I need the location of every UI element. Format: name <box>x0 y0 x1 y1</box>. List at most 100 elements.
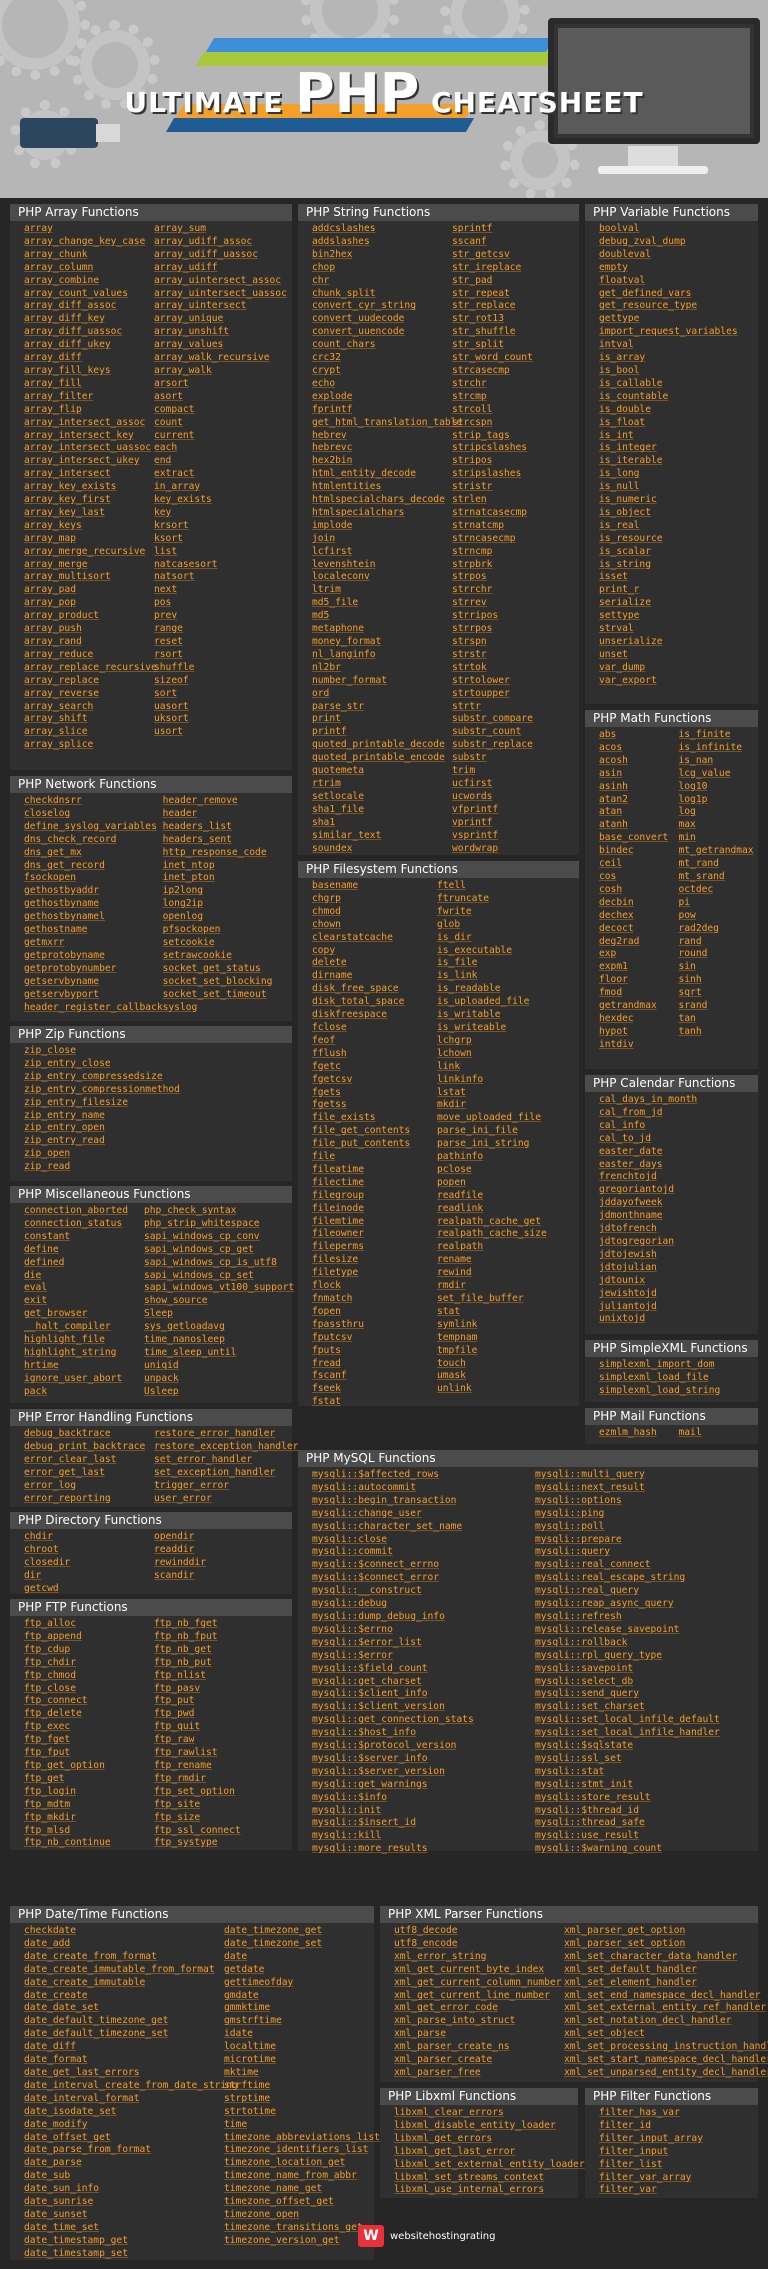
function-link[interactable]: ftp_get_option <box>24 1760 154 1773</box>
function-link[interactable]: closedir <box>24 1557 154 1570</box>
function-link[interactable]: mysqli::$error <box>312 1650 535 1663</box>
function-link[interactable]: printf <box>312 726 452 739</box>
function-link[interactable]: date_isodate_set <box>24 2106 224 2119</box>
function-link[interactable]: filter_list <box>599 2159 749 2172</box>
function-link[interactable]: sin <box>679 961 759 974</box>
function-link[interactable]: filter_input_array <box>599 2133 749 2146</box>
function-link[interactable]: time_nanosleep <box>144 1334 264 1347</box>
function-link[interactable]: mysqli::use_result <box>535 1830 758 1843</box>
function-link[interactable]: is_iterable <box>599 455 749 468</box>
function-link[interactable]: chunk_split <box>312 288 452 301</box>
function-link[interactable]: sapi_windows_vt100_support <box>144 1282 294 1295</box>
function-link[interactable]: strrpos <box>452 623 579 636</box>
function-link[interactable]: substr_compare <box>452 713 579 726</box>
function-link[interactable]: boolval <box>599 223 749 236</box>
function-link[interactable]: setlocale <box>312 791 452 804</box>
function-link[interactable]: ftp_connect <box>24 1695 154 1708</box>
function-link[interactable]: count_chars <box>312 339 452 352</box>
function-link[interactable]: pclose <box>437 1164 562 1177</box>
function-link[interactable]: usort <box>154 726 284 739</box>
function-link[interactable]: fileatime <box>312 1164 437 1177</box>
function-link[interactable]: fopen <box>312 1306 437 1319</box>
function-link[interactable]: dir <box>24 1570 154 1583</box>
function-link[interactable]: array_udiff_uassoc <box>154 249 284 262</box>
function-link[interactable]: array_rand <box>24 636 154 649</box>
function-link[interactable]: date_add <box>24 1938 224 1951</box>
function-link[interactable]: is_null <box>599 481 749 494</box>
function-link[interactable]: debug_backtrace <box>24 1428 154 1441</box>
function-link[interactable]: utf8_encode <box>394 1938 564 1951</box>
function-link[interactable]: is_uploaded_file <box>437 996 562 1009</box>
function-link[interactable]: is_nan <box>679 755 759 768</box>
function-link[interactable]: xml_get_current_byte_index <box>394 1964 564 1977</box>
function-link[interactable]: mysqli::stat <box>535 1766 758 1779</box>
function-link[interactable]: mysqli::real_connect <box>535 1559 758 1572</box>
function-link[interactable]: ksort <box>154 533 284 546</box>
function-link[interactable]: tempnam <box>437 1332 562 1345</box>
function-link[interactable]: date_timezone_get <box>224 1925 380 1938</box>
function-link[interactable]: gregoriantojd <box>599 1184 749 1197</box>
function-link[interactable]: show_source <box>144 1295 264 1308</box>
function-link[interactable]: mysqli::stmt_init <box>535 1779 758 1792</box>
function-link[interactable]: set_exception_handler <box>154 1467 284 1480</box>
function-link[interactable]: ftp_alloc <box>24 1618 154 1631</box>
function-link[interactable]: in_array <box>154 481 284 494</box>
function-link[interactable]: str_rot13 <box>452 313 579 326</box>
function-link[interactable]: substr_count <box>452 726 579 739</box>
function-link[interactable]: array_multisort <box>24 571 154 584</box>
function-link[interactable]: extract <box>154 468 284 481</box>
function-link[interactable]: fread <box>312 1358 437 1371</box>
function-link[interactable]: acos <box>599 742 679 755</box>
function-link[interactable]: sha1 <box>312 817 452 830</box>
function-link[interactable]: ltrim <box>312 584 452 597</box>
function-link[interactable]: prev <box>154 610 284 623</box>
function-link[interactable]: strval <box>599 623 749 636</box>
function-link[interactable]: quoted_printable_decode <box>312 739 452 752</box>
function-link[interactable]: crypt <box>312 365 452 378</box>
function-link[interactable]: strncasecmp <box>452 533 579 546</box>
function-link[interactable]: strcspn <box>452 417 579 430</box>
function-link[interactable]: count <box>154 417 284 430</box>
function-link[interactable]: checkdate <box>24 1925 224 1938</box>
function-link[interactable]: ip2long <box>163 885 292 898</box>
function-link[interactable]: array_flip <box>24 404 154 417</box>
function-link[interactable]: nl2br <box>312 662 452 675</box>
function-link[interactable]: ucfirst <box>452 778 579 791</box>
function-link[interactable]: date_timestamp_set <box>24 2248 224 2261</box>
function-link[interactable]: mysqli::begin_transaction <box>312 1495 535 1508</box>
function-link[interactable]: is_float <box>599 417 749 430</box>
function-link[interactable]: strtolower <box>452 675 579 688</box>
function-link[interactable]: pathinfo <box>437 1151 562 1164</box>
function-link[interactable]: mysqli::get_warnings <box>312 1779 535 1792</box>
function-link[interactable]: die <box>24 1270 144 1283</box>
function-link[interactable]: str_split <box>452 339 579 352</box>
function-link[interactable]: ftp_exec <box>24 1721 154 1734</box>
function-link[interactable]: fgetss <box>312 1099 437 1112</box>
function-link[interactable]: base_convert <box>599 832 679 845</box>
function-link[interactable]: is_finite <box>679 729 759 742</box>
function-link[interactable]: is_int <box>599 430 749 443</box>
function-link[interactable]: gmmktime <box>224 2002 380 2015</box>
function-link[interactable]: rewinddir <box>154 1557 284 1570</box>
function-link[interactable]: ftp_mdtm <box>24 1799 154 1812</box>
function-link[interactable]: mysqli::$insert_id <box>312 1817 535 1830</box>
function-link[interactable]: rsort <box>154 649 284 662</box>
function-link[interactable]: libxml_use_internal_errors <box>394 2184 574 2197</box>
function-link[interactable]: array_map <box>24 533 154 546</box>
function-link[interactable]: mysqli::ping <box>535 1508 758 1521</box>
function-link[interactable]: dns_check_record <box>24 834 163 847</box>
function-link[interactable]: inet_ntop <box>163 860 292 873</box>
function-link[interactable]: mysqli::query <box>535 1546 758 1559</box>
function-link[interactable]: mysqli::$info <box>312 1792 535 1805</box>
function-link[interactable]: max <box>679 819 759 832</box>
function-link[interactable]: fileowner <box>312 1228 437 1241</box>
function-link[interactable]: array_intersect_ukey <box>24 455 154 468</box>
function-link[interactable]: array_filter <box>24 391 154 404</box>
function-link[interactable]: str_word_count <box>452 352 579 365</box>
function-link[interactable]: date <box>224 1951 380 1964</box>
function-link[interactable]: array_intersect_key <box>24 430 154 443</box>
function-link[interactable]: ftp_fput <box>24 1747 154 1760</box>
function-link[interactable]: array <box>24 223 154 236</box>
function-link[interactable]: ftp_mlsd <box>24 1825 154 1838</box>
function-link[interactable]: is_readable <box>437 983 562 996</box>
